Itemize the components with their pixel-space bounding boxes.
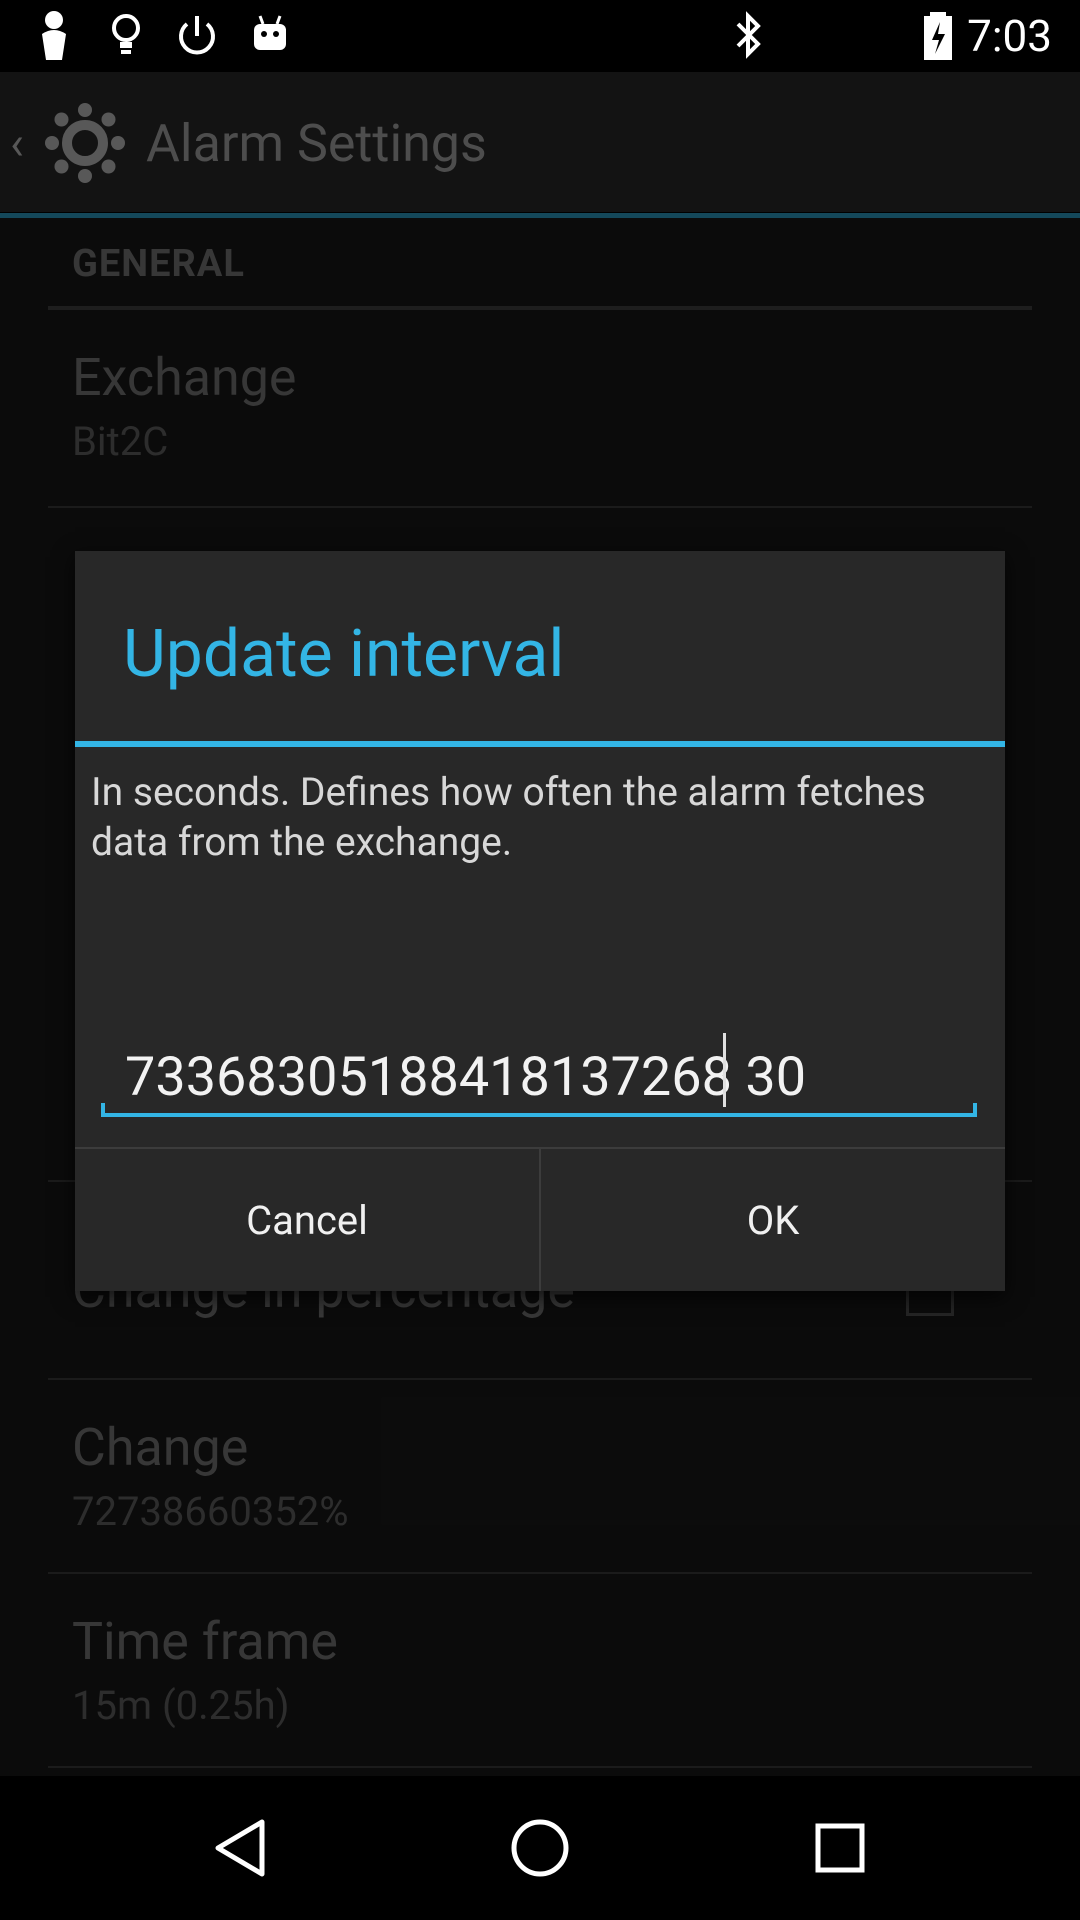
dialog-message: In seconds. Defines how often the alarm …: [91, 769, 926, 865]
recents-icon[interactable]: [788, 1796, 892, 1900]
text-cursor: [723, 1033, 726, 1107]
clock: 7:03: [967, 10, 1052, 62]
cancel-button[interactable]: Cancel: [75, 1149, 539, 1291]
back-icon[interactable]: [188, 1796, 292, 1900]
home-icon[interactable]: [488, 1796, 592, 1900]
dialog-title-divider: [75, 741, 1005, 747]
user-pin-icon: [36, 10, 72, 66]
battery-charging-icon: [920, 10, 956, 66]
status-bar: 7:03: [0, 0, 1080, 72]
android-icon: [250, 10, 290, 66]
dialog-title: Update interval: [123, 616, 565, 693]
bluetooth-icon: [730, 10, 766, 66]
lightbulb-icon: [108, 10, 144, 66]
input-underline: [101, 1113, 977, 1117]
update-interval-dialog: Update interval In seconds. Defines how …: [75, 551, 1005, 1291]
power-icon: [174, 10, 220, 66]
navigation-bar: [0, 1776, 1080, 1920]
input-underline-tick: [101, 1103, 105, 1117]
input-underline-tick: [973, 1103, 977, 1117]
ok-button[interactable]: OK: [541, 1149, 1005, 1291]
interval-input[interactable]: [101, 1041, 977, 1113]
